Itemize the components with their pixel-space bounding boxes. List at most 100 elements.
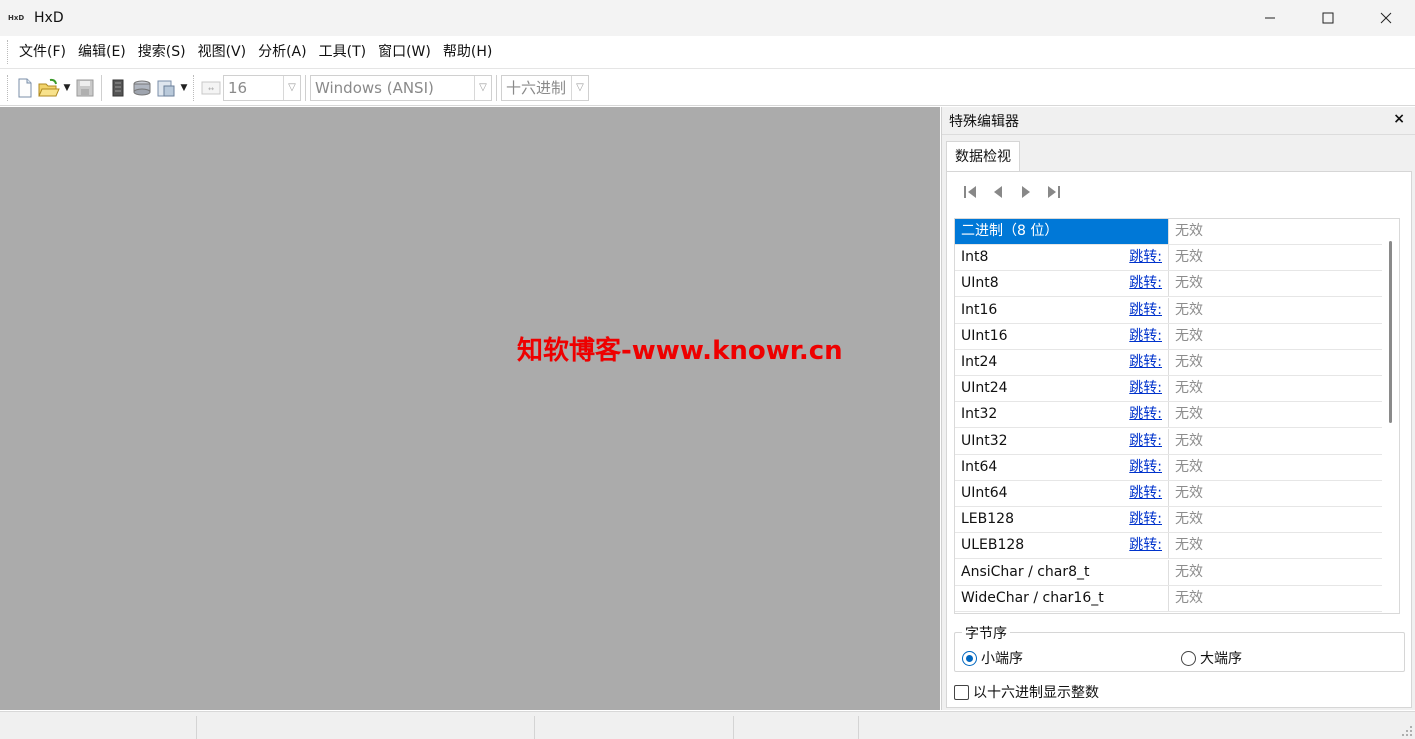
inspector-row-value[interactable]: 无效 xyxy=(1169,271,1383,296)
inspector-row-value[interactable]: 无效 xyxy=(1169,481,1383,506)
inspector-row-type[interactable]: UInt24 跳转: xyxy=(955,376,1169,402)
jump-link[interactable]: 跳转: xyxy=(1129,507,1162,532)
jump-link[interactable]: 跳转: xyxy=(1129,376,1162,401)
inspector-row[interactable]: UInt8 跳转: 无效 xyxy=(955,271,1383,298)
inspector-row[interactable]: UInt64 跳转: 无效 xyxy=(955,481,1383,507)
charset-select[interactable]: Windows (ANSI) ▽ xyxy=(310,74,492,101)
inspector-row-value[interactable]: 无效 xyxy=(1169,455,1383,480)
inspector-row-type[interactable]: AnsiChar / char8_t xyxy=(955,559,1169,585)
jump-link[interactable]: 跳转: xyxy=(1129,271,1162,296)
inspector-row-type[interactable]: UInt32 跳转: xyxy=(955,428,1169,454)
jump-link[interactable]: 跳转: xyxy=(1129,298,1162,323)
inspector-row-type[interactable]: LEB128 跳转: xyxy=(955,507,1169,533)
menu-window[interactable]: 窗口(W) xyxy=(372,40,437,64)
offset-base-select[interactable]: 十六进制 ▽ xyxy=(501,74,589,101)
inspector-row[interactable]: LEB128 跳转: 无效 xyxy=(955,507,1383,534)
file-properties-icon xyxy=(112,79,124,96)
inspector-row-value[interactable]: 无效 xyxy=(1169,402,1383,427)
jump-link[interactable]: 跳转: xyxy=(1129,429,1162,454)
save-button[interactable] xyxy=(73,75,97,101)
inspector-row-type[interactable]: Int16 跳转: xyxy=(955,297,1169,323)
inspector-row[interactable]: 二进制（8 位） 无效 xyxy=(955,219,1383,245)
new-file-button[interactable] xyxy=(13,75,37,101)
inspector-row-value[interactable]: 无效 xyxy=(1169,350,1383,375)
inspector-row-value[interactable]: 无效 xyxy=(1169,298,1383,323)
inspector-row[interactable]: ULEB128 跳转: 无效 xyxy=(955,533,1383,560)
inspector-row-type[interactable]: UInt8 跳转: xyxy=(955,271,1169,297)
big-endian-radio[interactable] xyxy=(1181,650,1196,666)
inspector-row[interactable]: UInt16 跳转: 无效 xyxy=(955,323,1383,350)
open-dropdown-button[interactable]: ▼ xyxy=(61,75,73,101)
bytes-per-row-select[interactable]: 16 ▽ xyxy=(223,74,301,101)
maximize-icon xyxy=(1322,12,1334,24)
inspector-row[interactable]: Int24 跳转: 无效 xyxy=(955,350,1383,376)
previous-button[interactable] xyxy=(984,181,1012,203)
inspector-row-value[interactable]: 无效 xyxy=(1169,586,1383,611)
maximize-button[interactable] xyxy=(1299,0,1357,36)
menu-tools[interactable]: 工具(T) xyxy=(313,40,372,64)
tab-data-inspector[interactable]: 数据检视 xyxy=(946,141,1020,172)
inspector-row-value[interactable]: 无效 xyxy=(1169,560,1383,585)
inspector-row-type[interactable]: ULEB128 跳转: xyxy=(955,533,1169,559)
inspector-row-value[interactable]: 无效 xyxy=(1169,324,1383,349)
close-button[interactable] xyxy=(1357,0,1415,36)
last-button[interactable] xyxy=(1040,181,1068,203)
menu-view[interactable]: 视图(V) xyxy=(192,40,253,64)
little-endian-option[interactable]: 小端序 xyxy=(962,648,1023,668)
menu-search[interactable]: 搜索(S) xyxy=(132,40,192,64)
inspector-row-value[interactable]: 无效 xyxy=(1169,507,1383,532)
next-button[interactable] xyxy=(1012,181,1040,203)
hex-integers-option[interactable]: 以十六进制显示整数 xyxy=(954,682,1099,702)
inspector-row-value[interactable]: 无效 xyxy=(1169,429,1383,454)
inspector-row-type[interactable]: WideChar / char16_t xyxy=(955,585,1169,611)
file-properties-button[interactable] xyxy=(106,75,130,101)
inspector-row[interactable]: Int64 跳转: 无效 xyxy=(955,454,1383,481)
inspector-row-type[interactable]: Int64 跳转: xyxy=(955,454,1169,480)
menu-analysis[interactable]: 分析(A) xyxy=(252,40,313,64)
inspector-row-type[interactable]: UInt64 跳转: xyxy=(955,481,1169,506)
inspector-row-type[interactable]: UInt16 跳转: xyxy=(955,323,1169,349)
resize-grip-icon[interactable] xyxy=(1401,725,1413,737)
jump-link[interactable]: 跳转: xyxy=(1129,533,1162,558)
panel-close-button[interactable]: × xyxy=(1393,111,1405,127)
inspector-row-value[interactable]: 无效 xyxy=(1169,533,1383,558)
inspector-row-type[interactable]: Int32 跳转: xyxy=(955,402,1169,428)
export-button[interactable] xyxy=(154,75,178,101)
open-file-button[interactable] xyxy=(37,75,61,101)
little-endian-radio[interactable] xyxy=(962,650,977,666)
hex-integers-checkbox[interactable] xyxy=(954,684,969,700)
big-endian-option[interactable]: 大端序 xyxy=(1181,648,1242,668)
grid-scrollbar[interactable] xyxy=(1382,219,1399,613)
inspector-row[interactable]: Int16 跳转: 无效 xyxy=(955,297,1383,324)
inspector-row-value[interactable]: 无效 xyxy=(1169,376,1383,401)
first-button[interactable] xyxy=(956,181,984,203)
inspector-row[interactable]: WideChar / char16_t 无效 xyxy=(955,585,1383,612)
menu-file[interactable]: 文件(F) xyxy=(13,40,72,64)
inspector-row[interactable]: AnsiChar / char8_t 无效 xyxy=(955,559,1383,586)
inspector-row-type[interactable]: Int24 跳转: xyxy=(955,350,1169,375)
inspector-row-value[interactable]: 无效 xyxy=(1169,219,1383,244)
menu-edit[interactable]: 编辑(E) xyxy=(72,40,132,64)
jump-link[interactable]: 跳转: xyxy=(1129,481,1162,506)
inspector-row[interactable]: UInt32 跳转: 无效 xyxy=(955,428,1383,455)
inspector-row-value[interactable]: 无效 xyxy=(1169,245,1383,270)
export-dropdown-button[interactable]: ▼ xyxy=(178,75,190,101)
bytes-per-row-icon: ↔ xyxy=(201,81,221,94)
bytes-per-row-button[interactable]: ↔ xyxy=(199,75,223,101)
open-disk-button[interactable] xyxy=(130,75,154,101)
inspector-row[interactable]: Int32 跳转: 无效 xyxy=(955,402,1383,429)
document-workspace[interactable] xyxy=(0,107,940,710)
inspector-row-type[interactable]: 二进制（8 位） xyxy=(955,219,1169,244)
jump-link[interactable]: 跳转: xyxy=(1129,245,1162,270)
inspector-row[interactable]: Int8 跳转: 无效 xyxy=(955,245,1383,272)
scrollbar-thumb[interactable] xyxy=(1389,241,1392,423)
jump-link[interactable]: 跳转: xyxy=(1129,402,1162,427)
status-divider xyxy=(196,716,197,739)
jump-link[interactable]: 跳转: xyxy=(1129,324,1162,349)
jump-link[interactable]: 跳转: xyxy=(1129,350,1162,375)
inspector-row[interactable]: UInt24 跳转: 无效 xyxy=(955,376,1383,403)
inspector-row-type[interactable]: Int8 跳转: xyxy=(955,245,1169,271)
jump-link[interactable]: 跳转: xyxy=(1129,455,1162,480)
minimize-button[interactable] xyxy=(1241,0,1299,36)
menu-help[interactable]: 帮助(H) xyxy=(437,40,498,64)
